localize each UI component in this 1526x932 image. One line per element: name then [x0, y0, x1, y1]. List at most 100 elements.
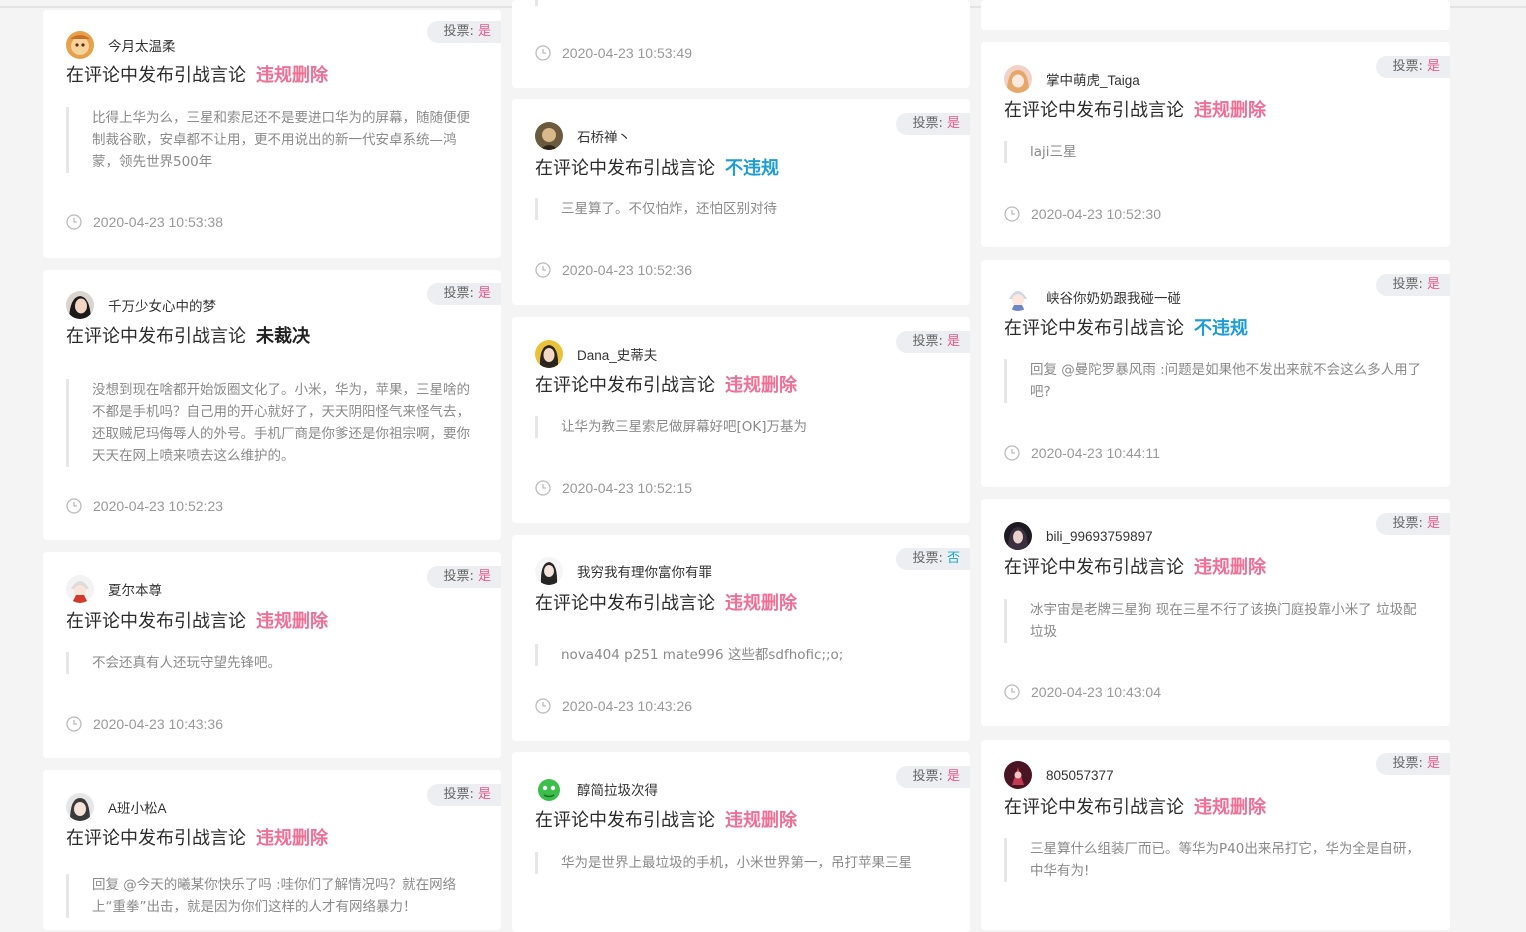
- comment-quote: nova404 p251 mate996 这些都sdfhofic;;o;: [535, 644, 950, 666]
- avatar[interactable]: [1004, 761, 1032, 789]
- user-row[interactable]: 805057377: [1004, 760, 1114, 790]
- username[interactable]: 峡谷你奶奶跟我碰一碰: [1046, 287, 1181, 307]
- user-row[interactable]: 掌中萌虎_Taiga: [1004, 64, 1140, 94]
- username[interactable]: 805057377: [1046, 768, 1114, 783]
- case-card[interactable]: 2020-04-23 10:53:49: [512, 0, 970, 88]
- comment-quote: 冰宇宙是老牌三星狗 现在三星不行了该换门庭投靠小米了 垃圾配垃圾: [1004, 599, 1429, 643]
- avatar[interactable]: [535, 122, 563, 150]
- avatar[interactable]: [535, 340, 563, 368]
- avatar[interactable]: [66, 31, 94, 59]
- verdict-label: 不违规: [1194, 318, 1248, 339]
- verdict-label: 违规删除: [1194, 797, 1266, 818]
- username[interactable]: 醇简拉圾次得: [577, 779, 658, 799]
- clock-icon: [535, 480, 551, 496]
- username[interactable]: 夏尔本尊: [108, 579, 162, 599]
- clock-icon: [66, 498, 82, 514]
- vote-badge: 投票: 是: [1376, 513, 1450, 535]
- clock-icon: [1004, 684, 1020, 700]
- verdict-label: 未裁决: [256, 326, 310, 347]
- case-card[interactable]: 投票: 是 bili_99693759897 在评论中发布引战言论 违规删除 冰宇…: [981, 499, 1450, 726]
- avatar[interactable]: [535, 557, 563, 585]
- user-row[interactable]: 今月太温柔: [66, 30, 176, 60]
- verdict-label: 违规删除: [256, 611, 328, 632]
- comment-quote: laji三星: [1004, 141, 1429, 163]
- case-title: 在评论中发布引战言论 违规删除: [1004, 797, 1266, 818]
- avatar[interactable]: [66, 575, 94, 603]
- comment-quote: 三星算什么组装厂而已。等华为P40出来吊打它，华为全是自研，中华有为!: [1004, 838, 1429, 882]
- timestamp: 2020-04-23 10:52:36: [562, 262, 692, 278]
- case-card[interactable]: 投票: 是 A班小松A 在评论中发布引战言论 违规删除 回复 @今天的曦某你快乐了…: [43, 770, 501, 930]
- vote-badge: 投票: 是: [1376, 56, 1450, 78]
- case-title: 在评论中发布引战言论 违规删除: [535, 810, 797, 831]
- user-row[interactable]: 石桥禅丶: [535, 121, 631, 151]
- comment-quote: [535, 0, 950, 6]
- case-title: 在评论中发布引战言论 违规删除: [1004, 557, 1266, 578]
- user-row[interactable]: Dana_史蒂夫: [535, 339, 657, 369]
- avatar[interactable]: [66, 291, 94, 319]
- timestamp: 2020-04-23 10:52:15: [562, 480, 692, 496]
- avatar[interactable]: [1004, 65, 1032, 93]
- comment-quote: 回复 @曼陀罗暴风雨 :问题是如果他不发出来就不会这么多人用了吧?: [1004, 359, 1429, 403]
- case-card[interactable]: 投票: 是 Dana_史蒂夫 在评论中发布引战言论 违规删除 让华为教三星索尼做屏…: [512, 317, 970, 523]
- timestamp: 2020-04-23 10:52:30: [1031, 206, 1161, 222]
- comment-quote: 没想到现在啥都开始饭圈文化了。小米，华为，苹果，三星啥的不都是手机吗？自己用的开…: [66, 379, 481, 467]
- user-row[interactable]: 醇简拉圾次得: [535, 774, 658, 804]
- username[interactable]: Dana_史蒂夫: [577, 344, 657, 364]
- time-row: 2020-04-23 10:53:38: [66, 214, 223, 230]
- time-row: 2020-04-23 10:52:23: [66, 498, 223, 514]
- verdict-label: 违规删除: [725, 375, 797, 396]
- username[interactable]: 千万少女心中的梦: [108, 295, 216, 315]
- comment-quote: 比得上华为么，三星和索尼还不是要进口华为的屏幕，随随便便制裁谷歌，安卓都不让用，…: [66, 107, 481, 173]
- user-row[interactable]: bili_99693759897: [1004, 521, 1153, 551]
- verdict-label: 违规删除: [1194, 557, 1266, 578]
- user-row[interactable]: 千万少女心中的梦: [66, 290, 216, 320]
- case-card[interactable]: 投票: 是 今月太温柔 在评论中发布引战言论 违规删除 比得上华为么，三星和索尼还…: [43, 10, 501, 258]
- username[interactable]: 今月太温柔: [108, 35, 176, 55]
- clock-icon: [1004, 445, 1020, 461]
- case-card[interactable]: 投票: 是 805057377 在评论中发布引战言论 违规删除 三星算什么组装厂而…: [981, 740, 1450, 930]
- username[interactable]: A班小松A: [108, 797, 167, 817]
- timestamp: 2020-04-23 10:44:11: [1031, 445, 1160, 461]
- time-row: 2020-04-23 10:43:04: [1004, 684, 1161, 700]
- case-card[interactable]: 投票: 是 醇简拉圾次得 在评论中发布引战言论 违规删除 华为是世界上最垃圾的手机…: [512, 752, 970, 932]
- case-title: 在评论中发布引战言论 违规删除: [535, 593, 797, 614]
- case-card[interactable]: 投票: 是 石桥禅丶 在评论中发布引战言论 不违规 三星算了。不仅怕炸，还怕区别对…: [512, 99, 970, 305]
- user-row[interactable]: A班小松A: [66, 792, 167, 822]
- username[interactable]: 石桥禅丶: [577, 126, 631, 146]
- vote-badge: 投票: 是: [1376, 753, 1450, 775]
- case-card[interactable]: 投票: 是 峡谷你奶奶跟我碰一碰 在评论中发布引战言论 不违规 回复 @曼陀罗暴风…: [981, 260, 1450, 487]
- case-card[interactable]: 投票: 是 夏尔本尊 在评论中发布引战言论 违规删除 不会还真有人还玩守望先锋吧。…: [43, 552, 501, 758]
- timestamp: 2020-04-23 10:53:49: [562, 45, 692, 61]
- case-card[interactable]: 投票: 是 千万少女心中的梦 在评论中发布引战言论 未裁决 没想到现在啥都开始饭圈…: [43, 270, 501, 540]
- vote-badge: 投票: 是: [427, 21, 501, 43]
- comment-quote: 不会还真有人还玩守望先锋吧。: [66, 652, 481, 674]
- case-title: 在评论中发布引战言论 违规删除: [66, 611, 328, 632]
- case-title: 在评论中发布引战言论 不违规: [1004, 318, 1248, 339]
- verdict-label: 违规删除: [256, 828, 328, 849]
- vote-badge: 投票: 是: [427, 784, 501, 806]
- timestamp: 2020-04-23 10:43:04: [1031, 684, 1161, 700]
- case-card[interactable]: 投票: 否 我穷我有理你富你有罪 在评论中发布引战言论 违规删除 nova404 …: [512, 535, 970, 741]
- user-row[interactable]: 我穷我有理你富你有罪: [535, 556, 712, 586]
- avatar[interactable]: [66, 793, 94, 821]
- case-title: 在评论中发布引战言论 违规删除: [66, 828, 328, 849]
- user-row[interactable]: 夏尔本尊: [66, 574, 162, 604]
- case-card[interactable]: 投票: 是 掌中萌虎_Taiga 在评论中发布引战言论 违规删除 laji三星 2…: [981, 42, 1450, 247]
- comment-quote: 让华为教三星索尼做屏幕好吧[OK]万基为: [535, 416, 950, 438]
- avatar[interactable]: [535, 775, 563, 803]
- comment-quote: 华为是世界上最垃圾的手机，小米世界第一，吊打苹果三星: [535, 852, 950, 874]
- comment-quote: 三星算了。不仅怕炸，还怕区别对待: [535, 198, 950, 220]
- username[interactable]: 掌中萌虎_Taiga: [1046, 69, 1140, 89]
- user-row[interactable]: 峡谷你奶奶跟我碰一碰: [1004, 282, 1181, 312]
- clock-icon: [535, 262, 551, 278]
- avatar[interactable]: [1004, 522, 1032, 550]
- timestamp: 2020-04-23 10:52:23: [93, 498, 223, 514]
- avatar[interactable]: [1004, 283, 1032, 311]
- case-card[interactable]: [981, 0, 1450, 30]
- username[interactable]: bili_99693759897: [1046, 529, 1153, 544]
- clock-icon: [66, 716, 82, 732]
- username[interactable]: 我穷我有理你富你有罪: [577, 561, 712, 581]
- case-title: 在评论中发布引战言论 违规删除: [1004, 100, 1266, 121]
- vote-badge: 投票: 是: [896, 766, 970, 788]
- time-row: 2020-04-23 10:43:26: [535, 698, 692, 714]
